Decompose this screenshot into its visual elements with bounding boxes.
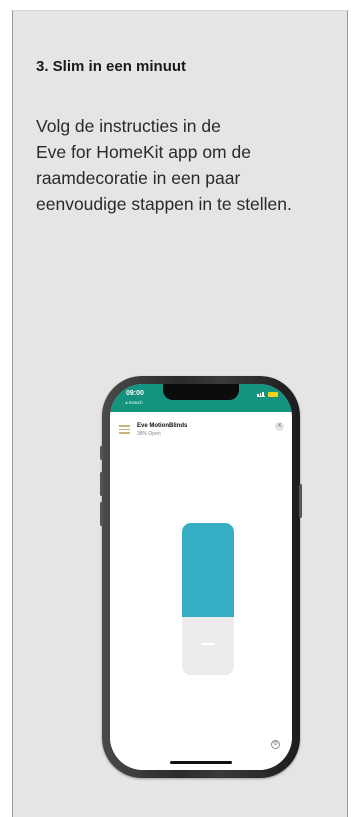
step-title: 3. Slim in een minuut <box>36 58 187 75</box>
phone-mute-switch <box>100 446 103 460</box>
signal-icon <box>257 391 265 397</box>
accessory-status: 38% Open <box>137 431 161 437</box>
battery-icon <box>268 391 278 397</box>
blind-position-fill <box>182 523 234 617</box>
accessory-name: Eve MotionBlinds <box>137 423 188 429</box>
status-icons <box>257 391 278 397</box>
phone-side-button <box>299 484 302 518</box>
slider-handle[interactable] <box>201 643 215 645</box>
step-description-line: Eve for HomeKit app om de <box>36 142 251 162</box>
blind-position-slider[interactable] <box>182 523 234 675</box>
step-description: Volg de instructies in de Eve for HomeKi… <box>36 113 356 217</box>
back-to-search-link[interactable]: ◂ Search <box>125 400 143 406</box>
accessory-sheet: Eve MotionBlinds 38% Open ✕ ⚙ <box>110 412 292 770</box>
instruction-card: 3. Slim in een minuut Volg de instructie… <box>12 10 348 817</box>
phone-screen: 09:00 ◂ Search Eve MotionBlinds 38% Open… <box>110 384 292 770</box>
close-icon[interactable]: ✕ <box>275 422 284 431</box>
phone-volume-down-button <box>100 502 103 526</box>
step-description-line: raamdecoratie in een paar <box>36 168 241 188</box>
step-description-line: Volg de instructies in de <box>36 116 221 136</box>
phone-notch <box>163 384 239 400</box>
blinds-icon <box>119 425 130 435</box>
home-indicator <box>170 761 232 764</box>
step-description-line: eenvoudige stappen in te stellen. <box>36 194 292 214</box>
phone-volume-up-button <box>100 472 103 496</box>
gear-icon[interactable]: ⚙ <box>271 740 280 749</box>
status-time: 09:00 <box>126 390 144 397</box>
phone-mockup: 09:00 ◂ Search Eve MotionBlinds 38% Open… <box>100 376 302 778</box>
